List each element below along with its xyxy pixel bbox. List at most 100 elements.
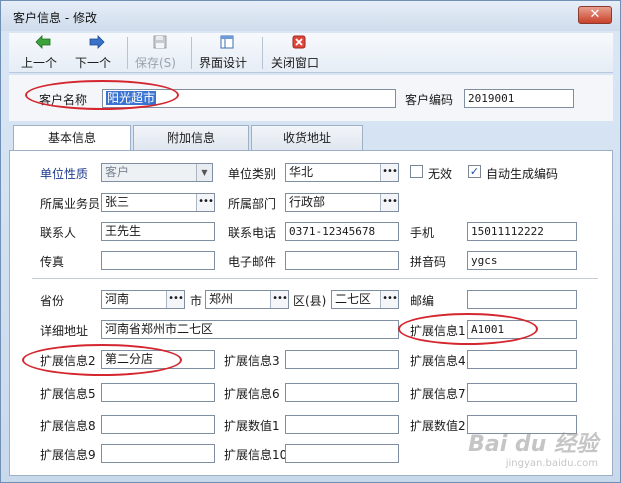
- arrow-left-icon: [21, 35, 65, 53]
- contact-input[interactable]: 王先生: [101, 222, 215, 241]
- ext8-input[interactable]: [101, 415, 215, 434]
- pinyin-input[interactable]: ygcs: [467, 251, 577, 270]
- more-icon[interactable]: •••: [166, 291, 184, 308]
- ext9-label: 扩展信息9: [40, 448, 96, 462]
- department-input[interactable]: 行政部 •••: [285, 193, 399, 212]
- unit-nature-value: 客户: [105, 165, 130, 179]
- invalid-checkbox[interactable]: [410, 165, 423, 178]
- province-value: 河南: [105, 292, 130, 306]
- email-input[interactable]: [285, 251, 399, 270]
- ext6-label: 扩展信息6: [224, 387, 280, 401]
- toolbar: 上一个 下一个 保存(S) 界面设计 关闭窗口: [9, 33, 613, 73]
- watermark-url: jingyan.baidu.com: [505, 458, 598, 469]
- ext5-label: 扩展信息5: [40, 387, 96, 401]
- customer-header-area: 客户名称 阳光超市 客户编码 2019001: [9, 75, 613, 121]
- district-label: 区(县): [293, 294, 327, 308]
- invalid-label: 无效: [428, 167, 453, 181]
- num1-input[interactable]: [285, 415, 399, 434]
- layout-icon: [199, 35, 255, 53]
- province-input[interactable]: 河南 •••: [101, 290, 185, 309]
- chevron-down-icon[interactable]: ▼: [196, 164, 212, 181]
- city-input[interactable]: 郑州 •••: [205, 290, 289, 309]
- num2-label: 扩展数值2: [410, 419, 466, 433]
- salesman-value: 张三: [105, 195, 130, 209]
- district-value: 二七区: [335, 292, 372, 306]
- ext1-label: 扩展信息1: [410, 324, 466, 338]
- ext7-input[interactable]: [467, 383, 577, 402]
- unit-nature-select[interactable]: 客户 ▼: [101, 163, 213, 182]
- more-icon[interactable]: •••: [380, 194, 398, 211]
- close-window-icon: [271, 35, 327, 53]
- arrow-right-icon: [75, 35, 119, 53]
- prev-button[interactable]: 上一个: [21, 35, 65, 71]
- auto-code-checkbox[interactable]: ✓: [468, 165, 481, 178]
- mobile-label: 手机: [410, 226, 435, 240]
- more-icon[interactable]: •••: [380, 164, 398, 181]
- postcode-label: 邮编: [410, 294, 435, 308]
- ext3-input[interactable]: [285, 350, 399, 369]
- more-icon[interactable]: •••: [380, 291, 398, 308]
- watermark-logo: Bai du 经验 jingyan.baidu.com: [468, 426, 598, 469]
- tab-shipping-address[interactable]: 收货地址: [251, 125, 363, 151]
- phone-label: 联系电话: [228, 226, 277, 240]
- department-value: 行政部: [289, 195, 326, 209]
- city-value: 郑州: [209, 292, 234, 306]
- district-input[interactable]: 二七区 •••: [331, 290, 399, 309]
- section-divider: [32, 278, 598, 279]
- customer-name-label: 客户名称: [39, 93, 88, 107]
- auto-code-label: 自动生成编码: [486, 167, 559, 181]
- customer-name-input[interactable]: 阳光超市: [102, 89, 396, 108]
- ext5-input[interactable]: [101, 383, 215, 402]
- phone-input[interactable]: 0371-12345678: [285, 222, 399, 241]
- unit-nature-label: 单位性质: [40, 167, 89, 181]
- contact-label: 联系人: [40, 226, 77, 240]
- ext9-input[interactable]: [101, 444, 215, 463]
- ext1-input[interactable]: A1001: [467, 320, 577, 339]
- salesman-label: 所属业务员: [40, 197, 101, 211]
- toolbar-separator: [191, 37, 192, 69]
- tab-basic-info[interactable]: 基本信息: [13, 125, 131, 152]
- customer-code-input[interactable]: 2019001: [464, 89, 574, 108]
- ext6-input[interactable]: [285, 383, 399, 402]
- mobile-input[interactable]: 15011112222: [467, 222, 577, 241]
- more-icon[interactable]: •••: [196, 194, 214, 211]
- more-icon[interactable]: •••: [270, 291, 288, 308]
- ext10-input[interactable]: [285, 444, 399, 463]
- save-button[interactable]: 保存(S): [135, 35, 185, 71]
- ext2-input[interactable]: 第二分店: [101, 350, 215, 369]
- window-title: 客户信息 - 修改: [13, 11, 97, 25]
- city-label: 市: [190, 294, 203, 308]
- department-label: 所属部门: [228, 197, 277, 211]
- unit-category-value: 华北: [289, 165, 314, 179]
- fax-label: 传真: [40, 255, 65, 269]
- postcode-input[interactable]: [467, 290, 577, 309]
- floppy-icon: [135, 35, 185, 53]
- ext2-label: 扩展信息2: [40, 354, 96, 368]
- layout-design-button[interactable]: 界面设计: [199, 35, 255, 71]
- unit-category-input[interactable]: 华北 •••: [285, 163, 399, 182]
- fax-input[interactable]: [101, 251, 215, 270]
- detail-address-input[interactable]: 河南省郑州市二七区: [101, 320, 399, 339]
- tab-strip: 基本信息 附加信息 收货地址: [13, 125, 433, 152]
- province-label: 省份: [40, 294, 65, 308]
- layout-design-label: 界面设计: [199, 56, 248, 70]
- watermark-text: Bai du 经验: [468, 432, 598, 457]
- next-label: 下一个: [75, 56, 112, 70]
- ext7-label: 扩展信息7: [410, 387, 466, 401]
- ext8-label: 扩展信息8: [40, 419, 96, 433]
- tab-additional-info[interactable]: 附加信息: [133, 125, 249, 151]
- salesman-input[interactable]: 张三 •••: [101, 193, 215, 212]
- close-window-label: 关闭窗口: [271, 56, 320, 70]
- ext4-input[interactable]: [467, 350, 577, 369]
- ext10-label: 扩展信息10: [224, 448, 288, 462]
- ext4-label: 扩展信息4: [410, 354, 466, 368]
- close-window-button[interactable]: 关闭窗口: [271, 35, 327, 71]
- save-label: 保存(S): [135, 56, 176, 70]
- window-close-button[interactable]: ✕: [578, 6, 612, 24]
- ext3-label: 扩展信息3: [224, 354, 280, 368]
- detail-address-label: 详细地址: [40, 324, 89, 338]
- customer-name-value: 阳光超市: [106, 91, 157, 105]
- email-label: 电子邮件: [228, 255, 277, 269]
- next-button[interactable]: 下一个: [75, 35, 119, 71]
- prev-label: 上一个: [21, 56, 58, 70]
